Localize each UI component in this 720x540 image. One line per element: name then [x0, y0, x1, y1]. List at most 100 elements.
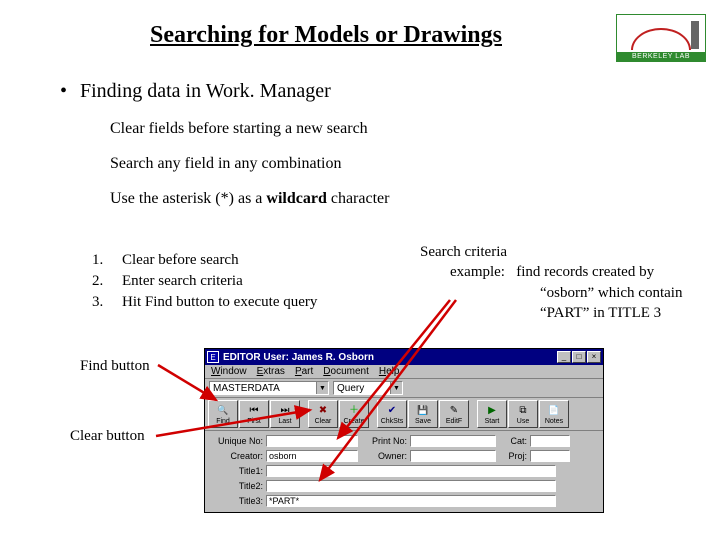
proj-label: Proj: — [496, 451, 530, 461]
main-bullet-text: Finding data in Work. Manager — [80, 80, 331, 102]
proj-input[interactable] — [530, 450, 570, 462]
last-icon — [278, 405, 292, 417]
editor-titlebar[interactable]: E EDITOR User: James R. Osborn _ □ × — [205, 349, 603, 365]
table-select[interactable]: MASTERDATA ▼ — [209, 381, 329, 395]
criteria-example-text1: find records created by — [516, 264, 654, 280]
criteria-example-label: example: — [450, 264, 505, 280]
step-2-num: 2. — [92, 271, 122, 292]
menu-document[interactable]: Document — [323, 366, 369, 377]
logo-label: BERKELEY LAB — [617, 52, 705, 61]
step-3-text: Hit Find button to execute query — [122, 292, 317, 313]
step-3: 3.Hit Find button to execute query — [92, 292, 317, 313]
step-1-num: 1. — [92, 250, 122, 271]
maximize-button[interactable]: □ — [572, 351, 586, 363]
first-button[interactable]: First — [239, 400, 269, 428]
save-button-label: Save — [415, 418, 431, 425]
chksts-button-label: ChkSts — [381, 418, 404, 425]
form-row-4: Title2: — [208, 478, 600, 493]
bullet-dot-icon: • — [60, 80, 80, 103]
use-button[interactable]: Use — [508, 400, 538, 428]
sub-bullet-clear: Clear fields before starting a new searc… — [110, 120, 368, 138]
editf-button-label: EditF — [446, 418, 462, 425]
use-icon — [516, 405, 530, 417]
steps-list: 1.Clear before search 2.Enter search cri… — [92, 250, 317, 313]
first-button-label: First — [247, 418, 261, 425]
step-2-text: Enter search criteria — [122, 271, 243, 292]
find-button-callout: Find button — [80, 358, 150, 375]
creator-label: Creator: — [208, 451, 266, 461]
editor-form: Unique No: Print No: Cat: Creator: osbor… — [205, 431, 603, 512]
save-icon — [416, 405, 430, 417]
sub-bullet-combo: Search any field in any combination — [110, 155, 341, 173]
cat-input[interactable] — [530, 435, 570, 447]
find-button-label: Find — [216, 418, 230, 425]
create-icon — [347, 405, 361, 417]
criteria-heading: Search criteria — [420, 242, 682, 262]
editor-title-text: EDITOR User: James R. Osborn — [223, 352, 556, 363]
sub-bullet-wildcard: Use the asterisk (*) as a wildcard chara… — [110, 190, 389, 208]
menu-help[interactable]: Help — [379, 366, 400, 377]
mode-select[interactable]: Query ▼ — [333, 381, 403, 395]
menu-extras[interactable]: Extras — [257, 366, 285, 377]
notes-button-label: Notes — [545, 418, 563, 425]
logo-tower-icon — [691, 21, 699, 49]
form-row-5: Title3: *PART* — [208, 493, 600, 508]
clear-button-label: Clear — [315, 418, 332, 425]
form-row-3: Title1: — [208, 463, 600, 478]
search-criteria-block: Search criteria example: find records cr… — [420, 242, 682, 323]
title1-label: Title1: — [208, 466, 266, 476]
page-title: Searching for Models or Drawings — [150, 22, 502, 49]
start-button[interactable]: Start — [477, 400, 507, 428]
title3-input[interactable]: *PART* — [266, 495, 556, 507]
print-no-input[interactable] — [410, 435, 496, 447]
title2-input[interactable] — [266, 480, 556, 492]
last-button-label: Last — [278, 418, 291, 425]
unique-no-input[interactable] — [266, 435, 358, 447]
start-icon — [485, 405, 499, 417]
check-status-icon — [385, 405, 399, 417]
create-button-label: Create — [343, 418, 364, 425]
print-no-label: Print No: — [358, 436, 410, 446]
step-2: 2.Enter search criteria — [92, 271, 317, 292]
last-button[interactable]: Last — [270, 400, 300, 428]
step-3-num: 3. — [92, 292, 122, 313]
wildcard-post: character — [327, 190, 390, 207]
menu-part[interactable]: Part — [295, 366, 313, 377]
editf-button[interactable]: EditF — [439, 400, 469, 428]
creator-input[interactable]: osborn — [266, 450, 358, 462]
berkeley-lab-logo: BERKELEY LAB — [616, 14, 706, 62]
chevron-down-icon: ▼ — [390, 382, 402, 394]
cat-label: Cat: — [496, 436, 530, 446]
step-1-text: Clear before search — [122, 250, 239, 271]
create-button[interactable]: Create — [339, 400, 369, 428]
start-button-label: Start — [485, 418, 500, 425]
save-button[interactable]: Save — [408, 400, 438, 428]
wildcard-pre: Use the asterisk (*) as a — [110, 190, 266, 207]
main-bullet: •Finding data in Work. Manager — [60, 80, 331, 103]
table-select-value: MASTERDATA — [213, 383, 280, 394]
notes-icon — [547, 405, 561, 417]
chksts-button[interactable]: ChkSts — [377, 400, 407, 428]
notes-button[interactable]: Notes — [539, 400, 569, 428]
minimize-button[interactable]: _ — [557, 351, 571, 363]
owner-label: Owner: — [358, 451, 410, 461]
editor-app-icon: E — [207, 351, 219, 363]
form-row-2: Creator: osborn Owner: Proj: — [208, 448, 600, 463]
wildcard-bold: wildcard — [266, 190, 326, 207]
editor-menubar: Window Extras Part Document Help — [205, 365, 603, 379]
clear-button-callout: Clear button — [70, 428, 145, 445]
step-1: 1.Clear before search — [92, 250, 317, 271]
first-icon — [247, 405, 261, 417]
mode-select-value: Query — [337, 383, 364, 394]
form-row-1: Unique No: Print No: Cat: — [208, 433, 600, 448]
criteria-example-line3: “PART” in TITLE 3 — [420, 303, 682, 323]
menu-window[interactable]: Window — [211, 366, 247, 377]
find-button[interactable]: Find — [208, 400, 238, 428]
edit-icon — [447, 405, 461, 417]
use-button-label: Use — [517, 418, 529, 425]
title1-input[interactable] — [266, 465, 556, 477]
close-button[interactable]: × — [587, 351, 601, 363]
editor-window: E EDITOR User: James R. Osborn _ □ × Win… — [204, 348, 604, 513]
owner-input[interactable] — [410, 450, 496, 462]
clear-button[interactable]: Clear — [308, 400, 338, 428]
